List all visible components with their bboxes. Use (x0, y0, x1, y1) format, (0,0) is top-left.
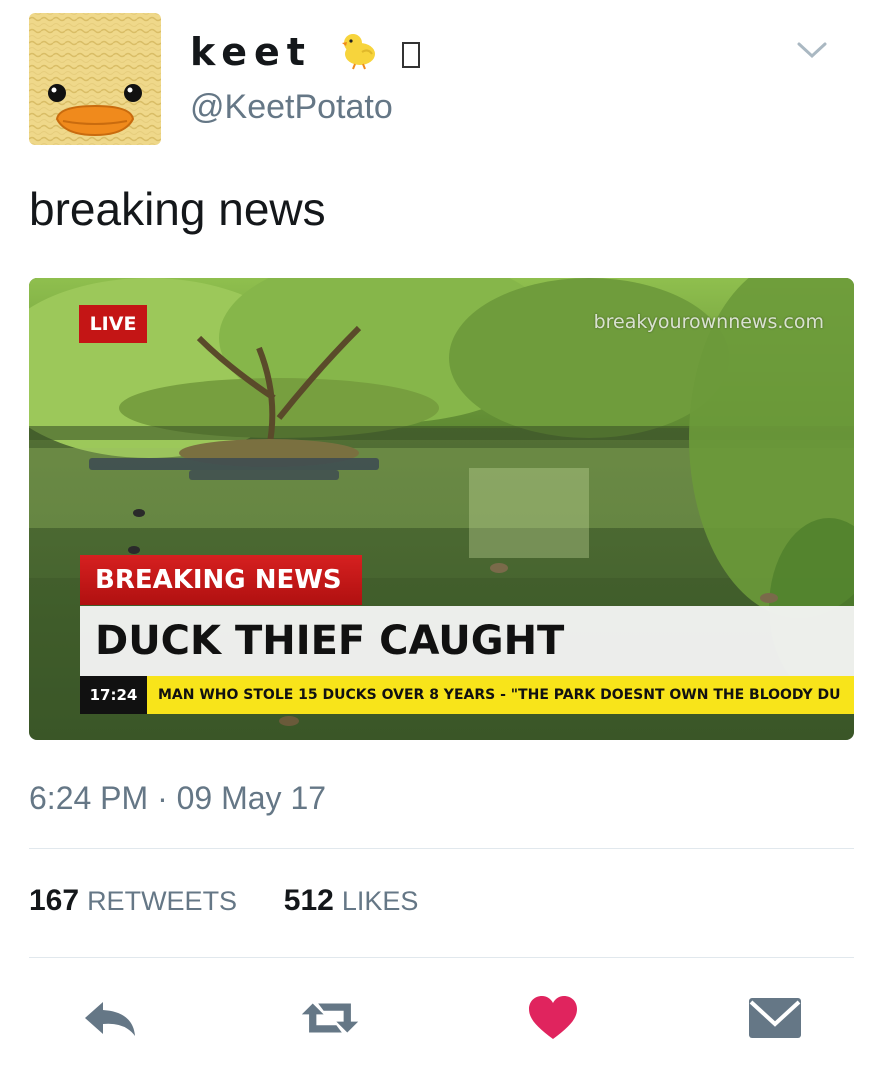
ticker-time: 17:24 (80, 676, 147, 714)
display-name[interactable]: keet (190, 30, 421, 79)
baby-chick-icon (336, 30, 380, 79)
unknown-glyph-icon (402, 41, 421, 68)
avatar[interactable] (29, 13, 161, 145)
retweet-count-link[interactable]: 167 RETWEETS (29, 884, 245, 917)
heart-icon (529, 996, 577, 1039)
divider (29, 848, 854, 849)
direct-message-button[interactable] (745, 990, 805, 1046)
chevron-down-icon[interactable] (796, 40, 828, 60)
divider (29, 957, 854, 958)
like-count: 512 (283, 884, 334, 917)
headline: DUCK THIEF CAUGHT (95, 618, 565, 664)
user-handle[interactable]: @KeetPotato (190, 88, 393, 127)
tweet-timestamp[interactable]: 6:24 PM · 09 May 17 (29, 780, 326, 817)
envelope-icon (749, 998, 801, 1038)
live-badge: LIVE (79, 305, 147, 343)
tweet-stats: 167 RETWEETS 512 LIKES (29, 884, 418, 918)
like-button[interactable] (523, 990, 583, 1046)
display-name-text: keet (190, 30, 312, 74)
reply-button[interactable] (80, 990, 140, 1046)
breaking-news-banner: BREAKING NEWS (80, 555, 362, 605)
watermark: breakyourownnews.com (593, 311, 824, 333)
retweet-count: 167 (29, 884, 80, 917)
tweet-media[interactable]: LIVE breakyourownnews.com BREAKING NEWS … (29, 278, 854, 740)
news-ticker: 17:24 MAN WHO STOLE 15 DUCKS OVER 8 YEAR… (80, 676, 854, 714)
like-label: LIKES (341, 886, 419, 916)
like-count-link[interactable]: 512 LIKES (284, 884, 419, 917)
retweet-button[interactable] (300, 990, 360, 1046)
retweet-icon (301, 1003, 359, 1033)
reply-icon (85, 1002, 135, 1036)
ticker-text: MAN WHO STOLE 15 DUCKS OVER 8 YEARS - "T… (158, 687, 841, 703)
tweet-text: breaking news (29, 183, 326, 235)
retweet-label: RETWEETS (87, 886, 238, 916)
